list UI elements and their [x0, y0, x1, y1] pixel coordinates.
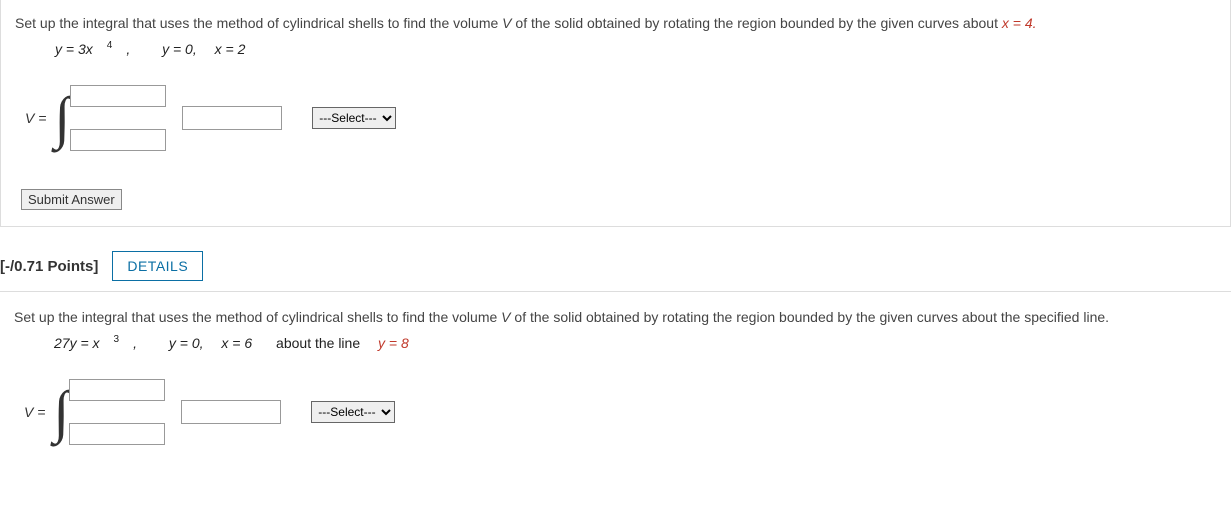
q2-upper-limit-input[interactable]: [69, 379, 165, 401]
divider: [0, 227, 1231, 247]
q1-equations: y = 3x4, y = 0, x = 2: [55, 40, 1216, 57]
q2-integral-row: V = ∫ ---Select---: [24, 379, 1217, 445]
q1-prompt-axis: x = 4.: [1002, 15, 1037, 31]
q1-differential-select[interactable]: ---Select---: [312, 107, 396, 129]
q1-integrand-input[interactable]: [182, 106, 282, 130]
q2-eq3: x = 6: [221, 335, 252, 351]
q2-eq2: y = 0,: [169, 335, 204, 351]
q2-eq1: 27y = x3,: [54, 335, 151, 351]
q1-prompt-mid: of the solid obtained by rotating the re…: [512, 15, 1002, 31]
q2-equations: 27y = x3, y = 0, x = 6 about the line y …: [54, 334, 1217, 351]
details-button[interactable]: DETAILS: [112, 251, 203, 281]
q1-v-equals: V =: [25, 110, 46, 126]
q2-lower-limit-input[interactable]: [69, 423, 165, 445]
q1-prompt: Set up the integral that uses the method…: [15, 12, 1216, 34]
q2-prompt-pre: Set up the integral that uses the method…: [14, 309, 501, 325]
q2-v-equals: V =: [24, 404, 45, 420]
q1-eq3: x = 2: [215, 41, 246, 57]
q1-prompt-var: V: [502, 15, 511, 31]
points-label: [-/0.71 Points]: [0, 258, 98, 275]
q1-prompt-pre: Set up the integral that uses the method…: [15, 15, 502, 31]
question-1-block: Set up the integral that uses the method…: [0, 0, 1231, 227]
q2-prompt-var: V: [501, 309, 510, 325]
q1-limits: [70, 85, 166, 151]
q2-prompt-mid: of the solid obtained by rotating the re…: [511, 309, 1110, 325]
q2-limits: [69, 379, 165, 445]
q1-lower-limit-input[interactable]: [70, 129, 166, 151]
q1-upper-limit-input[interactable]: [70, 85, 166, 107]
question-2-block: Set up the integral that uses the method…: [0, 291, 1231, 453]
q1-eq2: y = 0,: [162, 41, 197, 57]
submit-answer-button[interactable]: Submit Answer: [21, 189, 122, 210]
q2-integrand-input[interactable]: [181, 400, 281, 424]
question-2-header: [-/0.71 Points] DETAILS: [0, 247, 1231, 291]
q2-prompt: Set up the integral that uses the method…: [14, 306, 1217, 328]
q2-integral: ∫: [51, 379, 165, 445]
q2-about: about the line y = 8: [276, 335, 423, 351]
q2-differential-select[interactable]: ---Select---: [311, 401, 395, 423]
q1-eq1: y = 3x4,: [55, 41, 144, 57]
q1-integral: ∫: [52, 85, 166, 151]
q1-integral-row: V = ∫ ---Select---: [25, 85, 1216, 151]
